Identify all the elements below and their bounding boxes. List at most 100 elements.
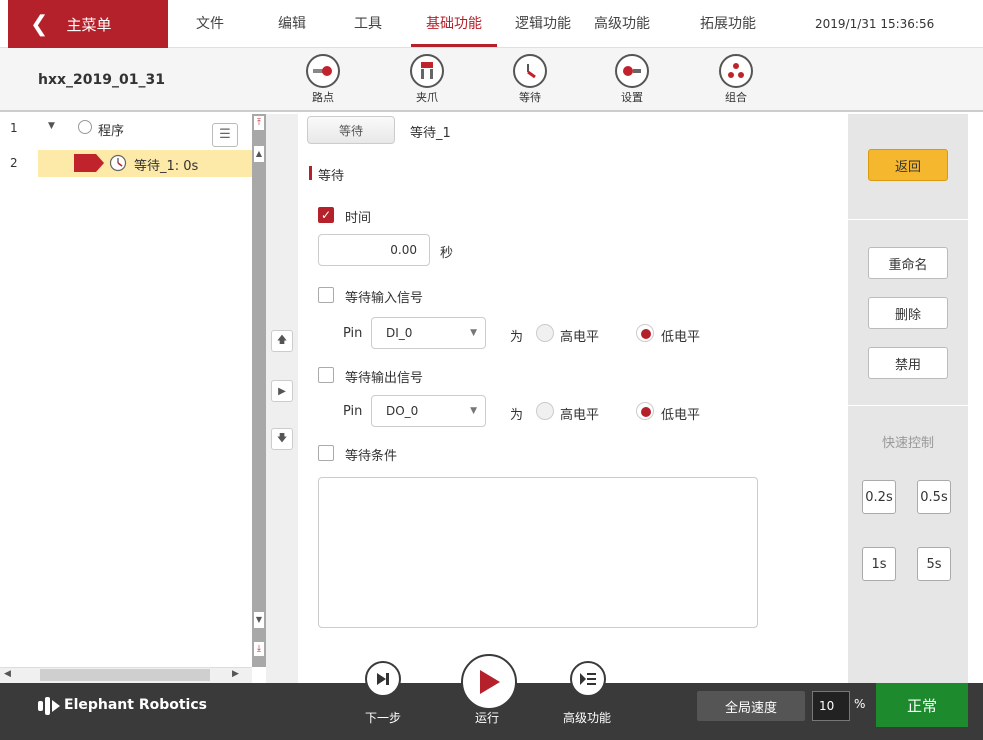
input-low-label: 低电平: [661, 330, 701, 345]
step-icon: [377, 673, 389, 685]
node-type-tab[interactable]: 等待: [307, 116, 395, 144]
rename-button[interactable]: 重命名: [868, 247, 948, 279]
program-tree: [0, 114, 252, 667]
quick-0.2s-button[interactable]: 0.2s: [862, 480, 896, 514]
input-low-radio[interactable]: [636, 324, 654, 342]
quick-control-label: 快速控制: [881, 436, 934, 451]
scroll-right-icon[interactable]: ▶: [232, 669, 239, 679]
output-pin-value: DO_0: [386, 404, 419, 418]
tree-row-number: 1: [10, 121, 18, 135]
elephant-logo-icon: [38, 697, 60, 719]
wait-input-label: 等待输入信号: [345, 291, 424, 306]
tool-settings-label: 设置: [621, 91, 643, 104]
run-label: 运行: [475, 711, 500, 725]
panel-divider: [848, 219, 968, 220]
input-pin-label: Pin: [343, 326, 363, 341]
node-name: 等待_1: [410, 126, 451, 141]
run-button[interactable]: [461, 654, 517, 710]
tool-waypoint-button[interactable]: 路点: [298, 54, 348, 105]
back-button[interactable]: 返回: [868, 149, 948, 181]
menu-basic-functions[interactable]: 基础功能: [411, 0, 497, 48]
delete-button[interactable]: 删除: [868, 297, 948, 329]
advanced-icon: [580, 673, 596, 685]
menu-extended-functions[interactable]: 拓展功能: [690, 0, 766, 48]
main-menu-label: 主菜单: [66, 15, 112, 34]
advanced-button[interactable]: [570, 661, 606, 697]
menu-file[interactable]: 文件: [180, 0, 240, 48]
tool-wait-button[interactable]: 等待: [505, 54, 555, 105]
output-low-label: 低电平: [661, 408, 701, 423]
quick-1s-button[interactable]: 1s: [862, 547, 896, 581]
play-icon: [480, 670, 500, 694]
menu-logic-functions[interactable]: 逻辑功能: [500, 0, 586, 48]
step-button[interactable]: [365, 661, 401, 697]
scroll-up-icon[interactable]: ▲: [254, 146, 264, 162]
time-checkbox[interactable]: ✓: [318, 207, 334, 223]
tree-item-program[interactable]: 程序: [98, 120, 124, 139]
combine-icon: [719, 54, 753, 88]
clock-icon: [109, 154, 127, 176]
wait-condition-label: 等待条件: [345, 449, 398, 464]
output-pin-label: Pin: [343, 404, 363, 419]
output-as-label: 为: [510, 408, 524, 423]
wait-input-checkbox[interactable]: [318, 287, 334, 303]
scroll-down-icon[interactable]: ▼: [254, 612, 264, 628]
tree-vertical-scrollbar[interactable]: [252, 114, 266, 667]
time-label: 时间: [345, 211, 372, 226]
scroll-bottom-icon[interactable]: ⤓: [254, 642, 264, 656]
input-as-label: 为: [510, 330, 524, 345]
action-panel: [848, 114, 968, 683]
step-label: 下一步: [365, 711, 402, 725]
scroll-left-icon[interactable]: ◀: [4, 669, 11, 679]
menu-tools[interactable]: 工具: [338, 0, 398, 48]
active-menu-underline: [411, 44, 497, 47]
tool-combine-label: 组合: [725, 91, 747, 104]
wait-clock-icon: [513, 54, 547, 88]
program-icon: [78, 120, 92, 134]
panel-divider: [848, 405, 968, 406]
output-pin-select[interactable]: DO_0 ▼: [371, 395, 486, 427]
current-pointer-icon: [74, 154, 104, 176]
tool-gripper-button[interactable]: 夹爪: [402, 54, 452, 105]
horizontal-scroll-thumb[interactable]: [40, 669, 210, 681]
section-title: 等待: [318, 169, 345, 184]
wait-condition-checkbox[interactable]: [318, 445, 334, 461]
back-chevron-icon: ❮: [30, 11, 49, 37]
quick-5s-button[interactable]: 5s: [917, 547, 951, 581]
input-high-radio[interactable]: [536, 324, 554, 342]
time-input[interactable]: 0.00: [318, 234, 430, 266]
output-low-radio[interactable]: [636, 402, 654, 420]
tool-settings-button[interactable]: 设置: [607, 54, 657, 105]
move-down-icon[interactable]: 🡇: [271, 428, 293, 450]
section-marker: [309, 166, 312, 180]
time-unit: 秒: [440, 246, 454, 261]
global-speed-input[interactable]: 10: [812, 691, 850, 721]
dropdown-arrow-icon: ▼: [470, 328, 477, 338]
tool-gripper-label: 夹爪: [416, 91, 438, 104]
main-menu-button[interactable]: ❮ 主菜单: [8, 0, 168, 48]
program-name: hxx_2019_01_31: [38, 72, 165, 88]
advanced-label: 高级功能: [563, 711, 612, 725]
menu-advanced-functions[interactable]: 高级功能: [584, 0, 660, 48]
gripper-icon: [410, 54, 444, 88]
brand-name: Elephant Robotics: [64, 697, 207, 713]
tree-item-wait[interactable]: 等待_1: 0s: [134, 155, 198, 174]
move-into-icon[interactable]: ▶: [271, 380, 293, 402]
tree-view-toggle-icon[interactable]: ☰: [212, 123, 238, 147]
tool-combine-button[interactable]: 组合: [711, 54, 761, 105]
settings-icon: [615, 54, 649, 88]
move-up-icon[interactable]: 🡅: [271, 330, 293, 352]
wait-output-checkbox[interactable]: [318, 367, 334, 383]
input-pin-select[interactable]: DI_0 ▼: [371, 317, 486, 349]
scroll-top-icon[interactable]: ⤒: [254, 116, 264, 130]
output-high-label: 高电平: [560, 408, 600, 423]
menu-edit[interactable]: 编辑: [262, 0, 322, 48]
quick-0.5s-button[interactable]: 0.5s: [917, 480, 951, 514]
disable-button[interactable]: 禁用: [868, 347, 948, 379]
percent-sign: %: [854, 697, 866, 711]
expand-arrow-icon[interactable]: ▼: [48, 121, 55, 131]
datetime-display: 2019/1/31 15:36:56: [815, 17, 935, 31]
output-high-radio[interactable]: [536, 402, 554, 420]
input-high-label: 高电平: [560, 330, 600, 345]
condition-textarea[interactable]: [318, 477, 758, 628]
